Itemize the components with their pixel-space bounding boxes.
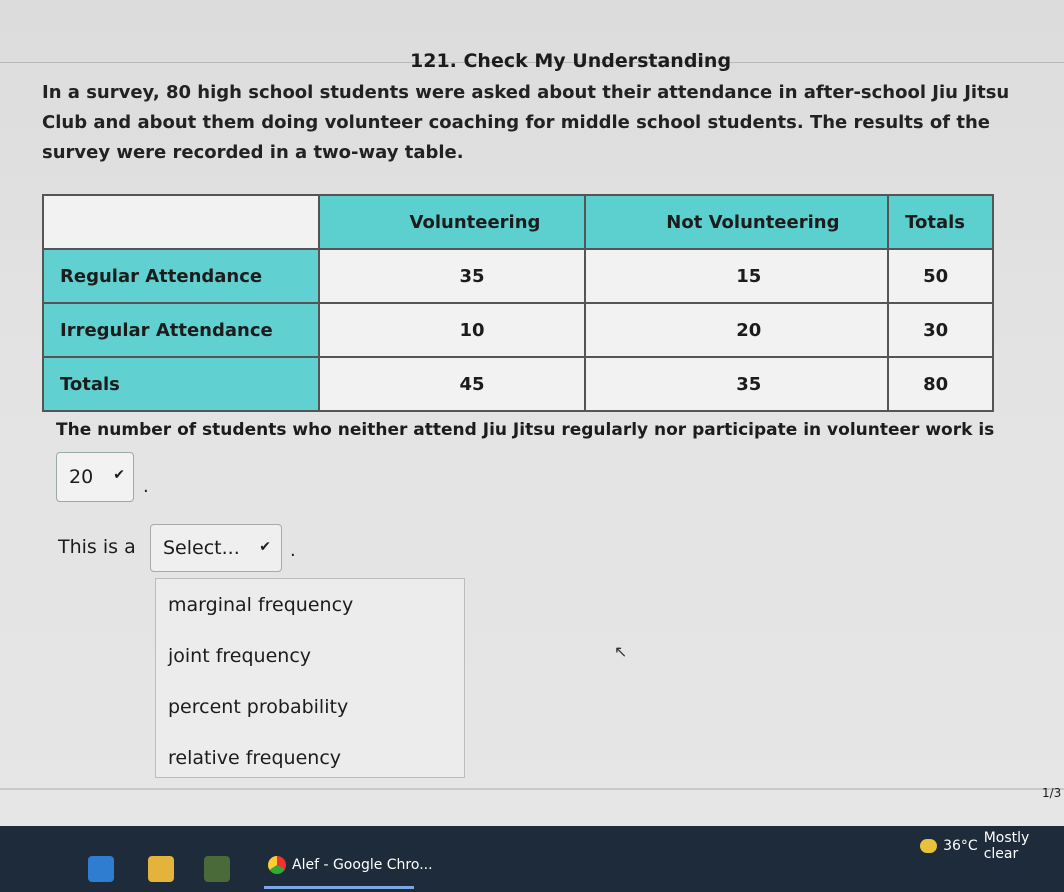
- answer-value: 20: [69, 466, 94, 488]
- table-row: Irregular Attendance 10 20 30: [42, 302, 994, 358]
- period: .: [290, 540, 296, 561]
- row-label: Regular Attendance: [42, 248, 320, 304]
- weather-temp: 36°C: [943, 838, 978, 854]
- two-way-table: Volunteering Not Volunteering Totals Reg…: [42, 194, 994, 412]
- dropdown-option[interactable]: relative frequency: [156, 732, 464, 783]
- dropdown-option[interactable]: percent probability: [156, 681, 464, 732]
- row-label: Irregular Attendance: [42, 302, 320, 358]
- classification-select[interactable]: Select... ✔: [150, 524, 282, 572]
- table-row: Regular Attendance 35 15 50: [42, 248, 994, 304]
- weather-desc: Mostly clear: [983, 830, 1030, 862]
- weather-icon: [920, 839, 938, 853]
- period: .: [143, 476, 149, 497]
- active-indicator: [264, 886, 414, 889]
- table-header-cell: [42, 194, 320, 250]
- intro-text: In a survey, 80 high school students wer…: [42, 82, 1010, 163]
- page-title: 121. Check My Understanding: [410, 50, 732, 72]
- table-cell: 20: [584, 302, 890, 358]
- table-header-row: Volunteering Not Volunteering Totals: [42, 194, 994, 250]
- question-text: The number of students who neither atten…: [56, 420, 995, 440]
- select-dropdown-menu: marginal frequency joint frequency perce…: [155, 578, 465, 778]
- select-placeholder: Select...: [163, 537, 240, 559]
- page-number: 1/3: [1042, 786, 1062, 800]
- grid-app-icon[interactable]: [204, 856, 230, 882]
- table-cell: 35: [584, 356, 890, 412]
- chrome-icon: [268, 856, 286, 874]
- table-cell: 10: [317, 302, 587, 358]
- table-cell: 45: [317, 356, 587, 412]
- taskbar-chrome-item[interactable]: Alef - Google Chro...: [268, 856, 433, 874]
- table-row: Totals 45 35 80: [42, 356, 994, 412]
- chrome-label: Alef - Google Chro...: [292, 857, 433, 873]
- mouse-cursor-icon: ↖: [614, 642, 628, 661]
- table-cell: 15: [584, 248, 890, 304]
- table-cell: 35: [317, 248, 587, 304]
- this-is-label: This is a: [58, 536, 136, 558]
- chevron-down-icon: ✔: [113, 467, 125, 483]
- dropdown-option[interactable]: marginal frequency: [156, 579, 464, 630]
- table-cell: 30: [887, 302, 994, 358]
- chevron-down-icon: ✔: [259, 539, 271, 555]
- table-header-cell: Totals: [887, 194, 994, 250]
- table-header-cell: Not Volunteering: [584, 194, 890, 250]
- answer-dropdown[interactable]: 20 ✔: [56, 452, 134, 502]
- row-label: Totals: [42, 356, 320, 412]
- dropdown-option[interactable]: joint frequency: [156, 630, 464, 681]
- folder-icon[interactable]: [148, 856, 174, 882]
- table-header-cell: Volunteering: [317, 194, 587, 250]
- app-icon[interactable]: [88, 856, 114, 882]
- table-cell: 50: [887, 248, 994, 304]
- table-cell: 80: [887, 356, 994, 412]
- section-divider: [0, 788, 1064, 790]
- weather-widget[interactable]: 36°C Mostly clear: [920, 830, 1064, 862]
